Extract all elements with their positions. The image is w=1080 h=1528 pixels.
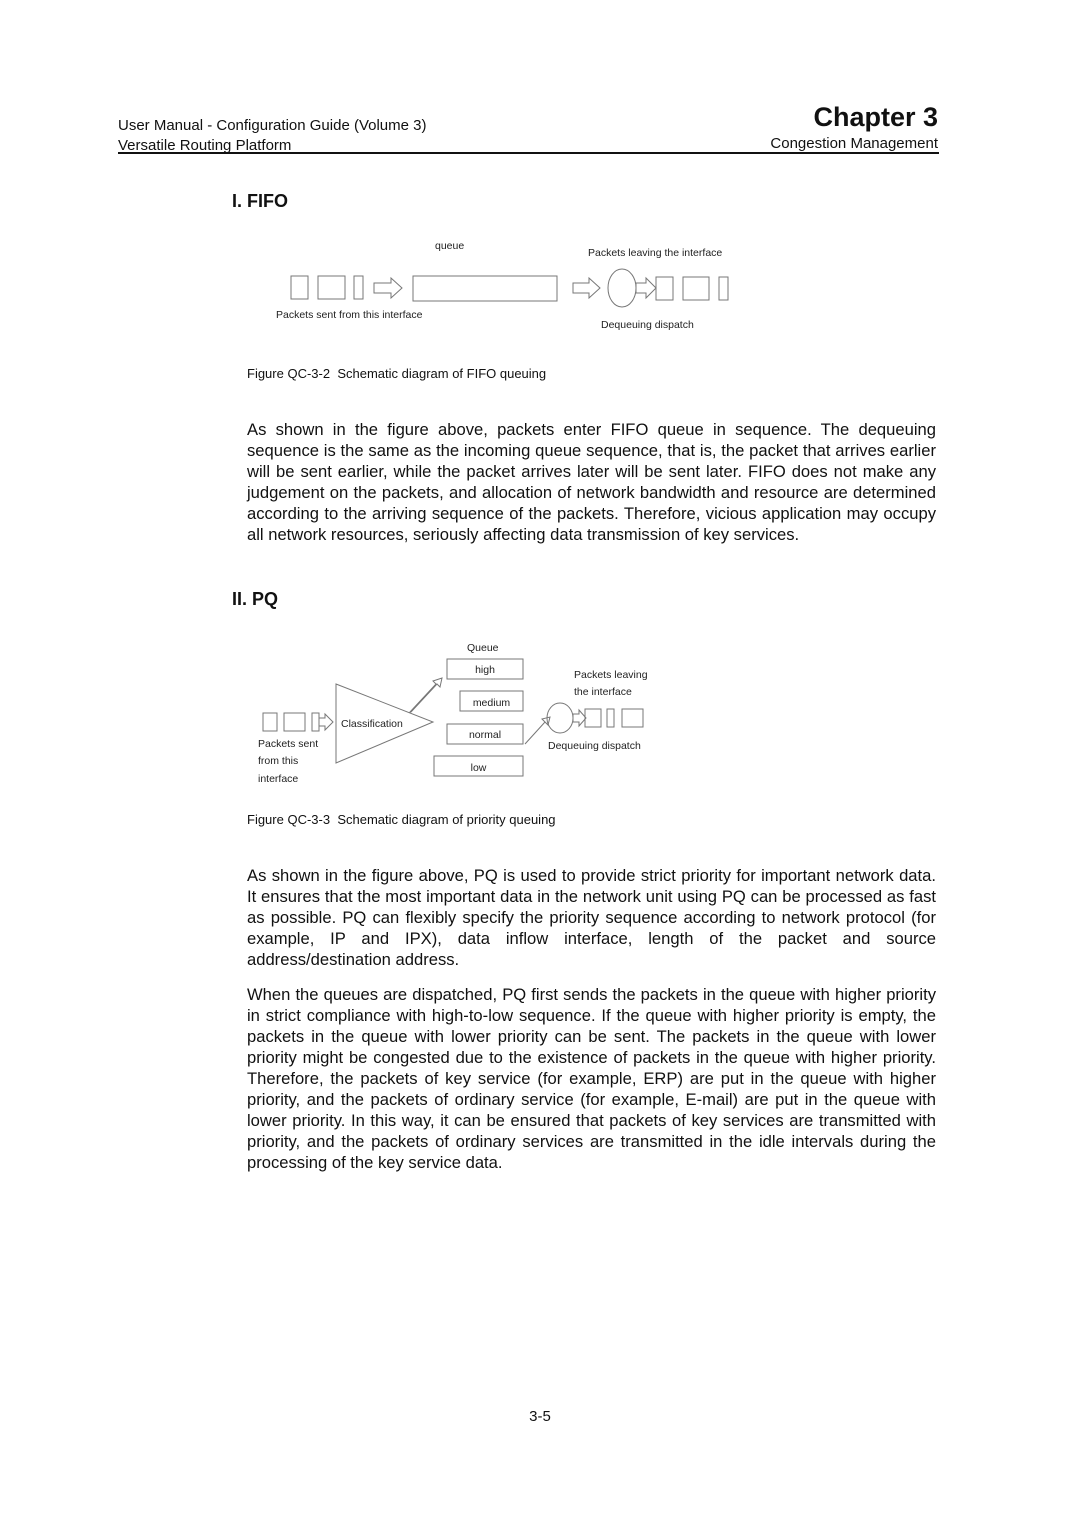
- leaving-label: Packets leaving the interface: [588, 247, 723, 259]
- arrow-icon: [635, 276, 657, 300]
- packet-box: [655, 276, 674, 301]
- classification-label: Classification: [341, 718, 403, 730]
- packet-box: [606, 708, 615, 728]
- dispatch-label: Dequeuing dispatch: [601, 319, 694, 331]
- fifo-diagram: queue Packets leaving the interface Pack…: [260, 230, 760, 340]
- arrow-icon: [318, 712, 334, 732]
- queue-label: queue: [435, 240, 465, 252]
- arrow-icon: [572, 276, 601, 300]
- arrow-icon: [524, 716, 551, 745]
- leaving-label-1: Packets leaving: [574, 669, 648, 681]
- fifo-paragraph: As shown in the figure above, packets en…: [247, 420, 936, 544]
- header-left: User Manual - Configuration Guide (Volum…: [118, 116, 426, 156]
- pq-paragraph-1: As shown in the figure above, PQ is used…: [247, 866, 936, 969]
- packet-box: [290, 275, 309, 300]
- pq-heading: II. PQ: [232, 589, 279, 609]
- manual-title: User Manual - Configuration Guide (Volum…: [118, 117, 427, 134]
- pq-caption: Figure QC-3-3 Schematic diagram of prior…: [247, 812, 556, 827]
- arrow-icon: [572, 708, 587, 728]
- fifo-heading: I. FIFO: [232, 191, 288, 211]
- arrow-icon: [408, 677, 443, 713]
- figure-number: Figure QC-3-2: [247, 366, 331, 381]
- figure-title: Schematic diagram of priority queuing: [337, 812, 556, 827]
- packet-box: [262, 712, 278, 732]
- queue-title: Queue: [467, 642, 499, 654]
- queue-low-label: low: [470, 762, 487, 774]
- packet-box: [718, 276, 729, 301]
- packet-box: [283, 712, 306, 732]
- arrow-icon: [373, 276, 403, 300]
- queue-high-label: high: [475, 664, 495, 676]
- chapter-title: Chapter 3: [813, 102, 938, 132]
- sent-label: Packets sent from this interface: [276, 309, 423, 321]
- queue-normal-label: normal: [468, 729, 502, 741]
- pq-paragraph-2: When the queues are dispatched, PQ first…: [247, 985, 936, 1172]
- packet-box: [311, 712, 320, 732]
- packet-box: [584, 708, 602, 728]
- dispatch-label: Dequeuing dispatch: [548, 740, 641, 752]
- packet-box: [317, 275, 346, 300]
- fifo-caption: Figure QC-3-2 Schematic diagram of FIFO …: [247, 366, 546, 381]
- pq-diagram: Queue high medium normal low Classificat…: [250, 630, 680, 800]
- leaving-label-2: the interface: [574, 686, 632, 698]
- dispatcher-circle: [607, 268, 637, 308]
- sent-label-1: Packets sent: [258, 738, 319, 750]
- figure-title: Schematic diagram of FIFO queuing: [337, 366, 547, 381]
- header-right: Chapter 3 Congestion Management: [770, 100, 938, 154]
- packet-box: [621, 708, 644, 728]
- sent-label-3: interface: [258, 773, 299, 785]
- queue-medium-label: medium: [472, 697, 511, 709]
- sent-label-2: from this: [258, 755, 299, 767]
- dispatcher-circle: [546, 702, 574, 734]
- packet-box: [353, 275, 364, 300]
- header-rule: [118, 152, 939, 154]
- pq-diagram-svg: [262, 658, 644, 777]
- packet-box: [682, 276, 710, 301]
- queue-box: [412, 275, 558, 302]
- chapter-subtitle: Congestion Management: [770, 135, 938, 152]
- page-number: 3-5: [529, 1408, 551, 1425]
- figure-number: Figure QC-3-3: [247, 812, 331, 827]
